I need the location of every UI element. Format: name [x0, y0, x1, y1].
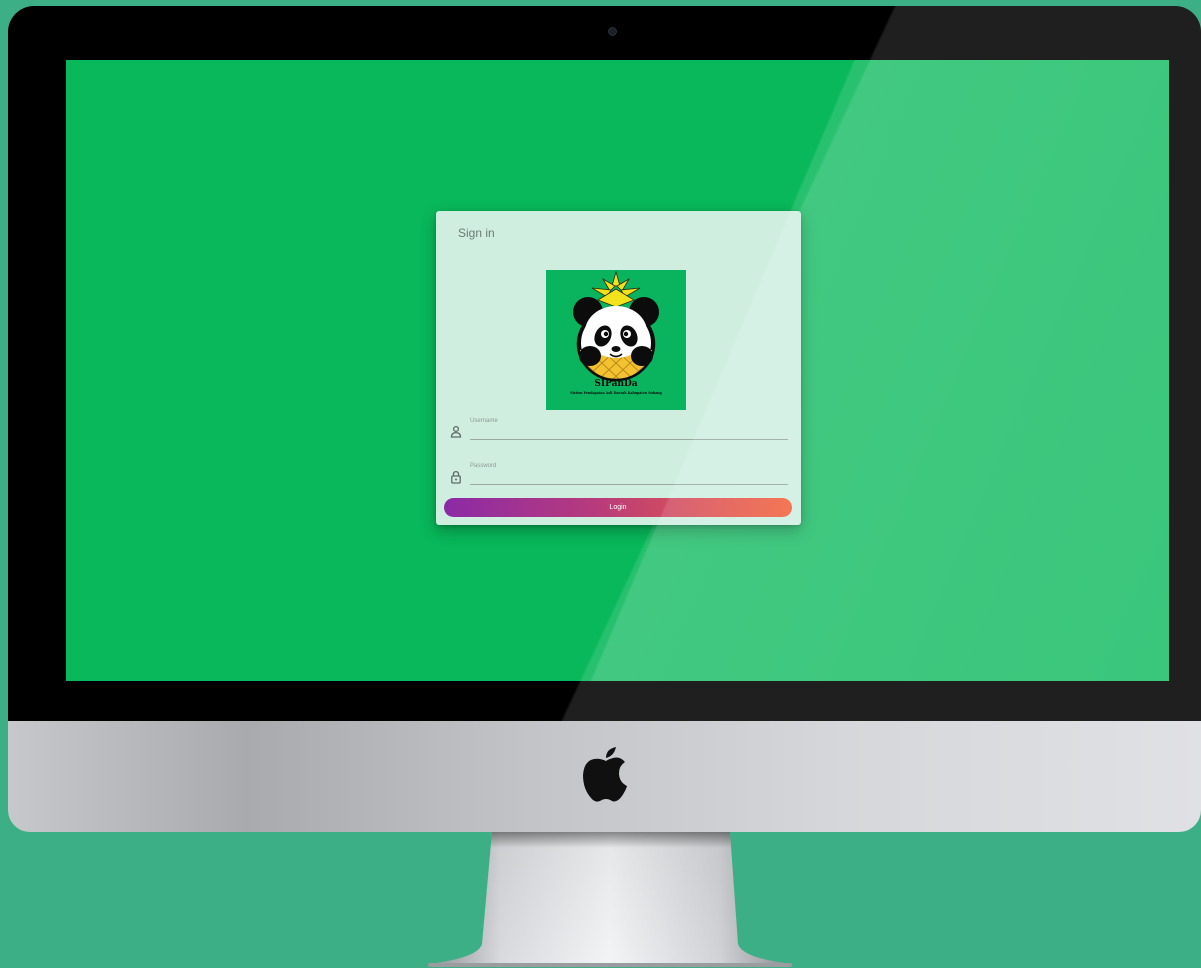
logo-name: SIPanDa [594, 379, 638, 389]
card-title: Sign in [458, 226, 495, 240]
screen: Sign in SIPanDa Sistem Pendapatan Asli D… [66, 60, 1169, 681]
username-field: Username [448, 415, 788, 441]
password-input[interactable] [470, 464, 788, 485]
logo-tagline: Sistem Pendapatan Asli Daerah Kabupaten … [570, 391, 662, 395]
sipanda-logo: SIPanDa Sistem Pendapatan Asli Daerah Ka… [546, 270, 686, 410]
user-icon [450, 425, 462, 438]
apple-logo-icon [583, 747, 627, 802]
camera-dot [609, 28, 616, 35]
imac-bezel: Sign in SIPanDa Sistem Pendapatan Asli D… [8, 6, 1201, 722]
login-card: Sign in SIPanDa Sistem Pendapatan Asli D… [436, 211, 801, 525]
login-button[interactable]: Login [444, 498, 792, 517]
panda-pineapple-icon [573, 270, 659, 382]
username-input[interactable] [470, 419, 788, 440]
password-field: Password [448, 460, 788, 486]
imac-stand [428, 832, 792, 967]
lock-icon [451, 470, 461, 484]
